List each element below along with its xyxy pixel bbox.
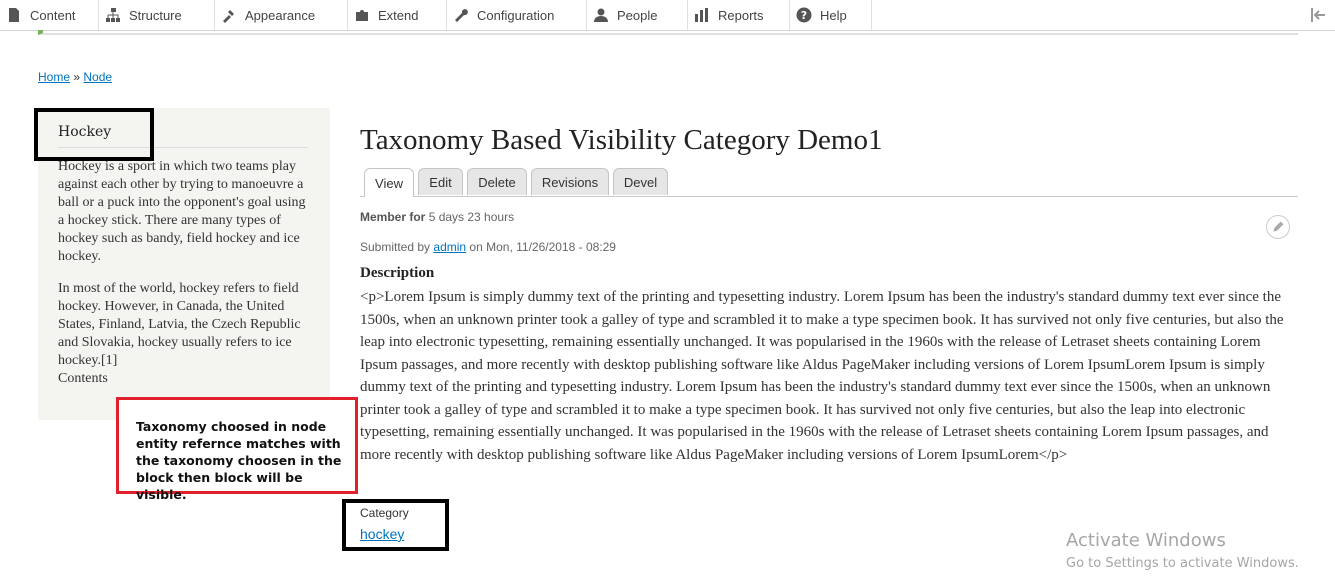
submitted-date: on Mon, 11/26/2018 - 08:29: [469, 240, 616, 254]
wrench-icon: [455, 9, 468, 22]
toolbar-item-people[interactable]: People: [587, 0, 688, 30]
pencil-icon[interactable]: [1266, 215, 1290, 239]
breadcrumb-home-link[interactable]: Home: [38, 70, 70, 84]
file-icon: [9, 8, 19, 22]
tab-view[interactable]: View: [364, 168, 414, 197]
local-tasks-tabs: View Edit Delete Revisions Devel: [360, 168, 1298, 197]
breadcrumb-separator: »: [73, 70, 81, 84]
toolbar-label: Structure: [129, 7, 182, 23]
help-icon: ?: [796, 7, 812, 23]
windows-activation-hint: Go to Settings to activate Windows.: [1066, 556, 1299, 571]
admin-toolbar: Content Structure Appearance Extend Conf…: [0, 0, 1335, 31]
status-message-bar: [38, 30, 1298, 35]
svg-text:?: ?: [801, 9, 807, 22]
author-link[interactable]: admin: [433, 240, 466, 254]
page-title: Taxonomy Based Visibility Category Demo1: [360, 124, 883, 156]
toolbar-item-structure[interactable]: Structure: [99, 0, 215, 30]
member-for-value: 5 days 23 hours: [428, 210, 515, 224]
paint-icon: [223, 10, 234, 23]
person-icon: [594, 8, 608, 22]
block-paragraph: Hockey is a sport in which two teams pla…: [58, 159, 306, 264]
toolbar-label: Configuration: [477, 7, 555, 23]
toolbar-item-extend[interactable]: Extend: [348, 0, 447, 30]
breadcrumb: Home » Node: [38, 70, 112, 84]
toolbar-label: Extend: [378, 7, 419, 23]
annotation-box-category: [342, 499, 449, 551]
member-for-line: Member for 5 days 23 hours: [360, 210, 514, 224]
bar-chart-icon: [695, 8, 708, 22]
toolbar-label: Help: [820, 7, 847, 23]
toolbar-item-appearance[interactable]: Appearance: [215, 0, 348, 30]
member-for-label: Member for: [360, 210, 426, 224]
toolbar-item-configuration[interactable]: Configuration: [447, 0, 587, 30]
toolbar-item-content[interactable]: Content: [0, 0, 99, 30]
tab-edit[interactable]: Edit: [418, 168, 463, 195]
tab-revisions[interactable]: Revisions: [531, 168, 609, 195]
toolbar-collapse-icon[interactable]: [1309, 5, 1329, 25]
toolbar-item-reports[interactable]: Reports: [688, 0, 790, 30]
breadcrumb-node-link[interactable]: Node: [83, 70, 112, 84]
block-paragraph: In most of the world, hockey refers to f…: [58, 281, 301, 368]
toolbar-label: Reports: [718, 7, 764, 23]
puzzle-icon: [356, 10, 368, 21]
annotation-callout: Taxonomy choosed in node entity refernce…: [116, 397, 358, 502]
tab-devel[interactable]: Devel: [613, 168, 668, 195]
description-body: <p>Lorem Ipsum is simply dummy text of t…: [360, 289, 1284, 463]
description-label: Description: [360, 265, 435, 281]
annotation-box-block-title: [34, 108, 154, 161]
windows-activation-title: Activate Windows: [1066, 530, 1226, 551]
block-body: Hockey is a sport in which two teams pla…: [58, 158, 314, 388]
submitted-prefix: Submitted by: [360, 240, 431, 254]
toolbar-label: People: [617, 7, 658, 23]
sitemap-icon: [106, 8, 120, 22]
toolbar-label: Content: [30, 7, 76, 23]
submitted-line: Submitted by admin on Mon, 11/26/2018 - …: [360, 240, 616, 254]
tab-delete[interactable]: Delete: [467, 168, 527, 195]
toolbar-label: Appearance: [245, 7, 316, 23]
toolbar-item-help[interactable]: ? Help: [790, 0, 872, 30]
block-contents-label: Contents: [58, 371, 108, 386]
